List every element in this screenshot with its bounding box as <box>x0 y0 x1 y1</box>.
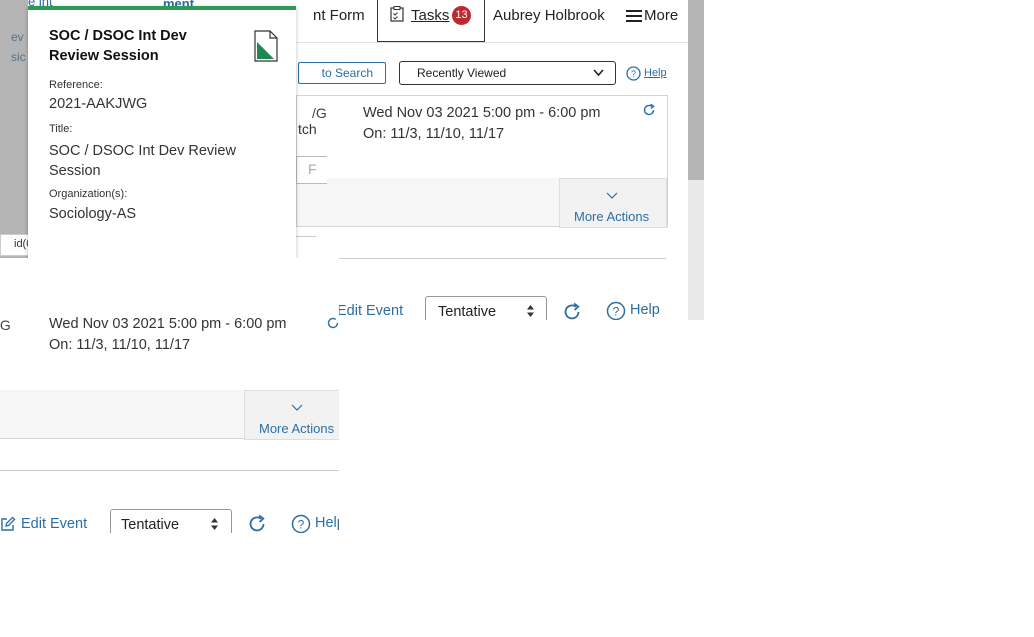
user-menu[interactable]: Aubrey Holbrook <box>493 7 605 24</box>
event-card: /G Wed Nov 03 2021 5:00 pm - 6:00 pm On:… <box>296 95 668 179</box>
sub-more-actions-label: More Actions <box>259 421 335 436</box>
tasks-clipboard-icon <box>390 6 404 22</box>
partial-button-label[interactable]: tch <box>298 121 317 137</box>
lower-event-panel: /G Wed Nov 03 2021 5:00 pm - 6:00 pm On:… <box>0 258 339 533</box>
popup-title-value: SOC / DSOC Int Dev Review Session <box>49 143 236 179</box>
dim-overlay <box>0 0 28 260</box>
sub-ref-fragment: /G <box>0 317 11 333</box>
divider <box>296 258 666 259</box>
back-to-search-label: to Search <box>321 66 373 80</box>
more-actions-label: More Actions <box>574 209 650 224</box>
select-arrows-icon <box>527 305 534 317</box>
refresh-icon[interactable] <box>562 302 582 320</box>
tasks-label: Tasks <box>411 7 450 24</box>
sub-help-label: Help <box>315 515 339 531</box>
help-circle-icon: ? <box>291 514 311 533</box>
event-state-select[interactable]: Tentative <box>425 296 547 320</box>
sub-more-actions-button[interactable]: More Actions <box>244 390 339 440</box>
sub-edit-event-label: Edit Event <box>21 516 88 532</box>
tasks-count-badge: 13 <box>452 6 471 25</box>
scrollbar-thumb[interactable] <box>688 0 704 180</box>
refresh-icon[interactable] <box>326 316 339 330</box>
popup-org-value: Sociology-AS <box>49 206 137 222</box>
back-to-search-button[interactable]: to Search <box>298 62 386 84</box>
popup-title-label: Title: <box>49 123 73 135</box>
popup-org-label: Organization(s): <box>49 188 128 200</box>
refresh-icon[interactable] <box>247 514 267 533</box>
event-state-value: Tentative <box>438 304 497 320</box>
popup-reference-value: 2021-AAKJWG <box>49 96 148 112</box>
event-ref-fragment: /G <box>312 105 327 121</box>
hamburger-icon <box>626 10 642 22</box>
svg-text:?: ? <box>613 305 620 319</box>
tasks-button[interactable]: Tasks 13 <box>377 0 485 42</box>
partial-input[interactable]: F <box>296 156 327 184</box>
chevron-down-icon <box>606 192 618 199</box>
divider <box>296 236 316 237</box>
chevron-down-icon <box>291 404 303 411</box>
sub-event-recurrence: On: 11/3, 11/10, 11/17 <box>49 337 191 353</box>
event-form-link[interactable]: nt Form <box>313 7 365 24</box>
popup-reference-label: Reference: <box>49 79 103 91</box>
document-icon <box>254 30 278 62</box>
toolbar-help-label: Help <box>644 67 667 79</box>
edit-icon <box>1 516 16 531</box>
action-help-label: Help <box>630 302 660 318</box>
svg-text:?: ? <box>631 69 636 79</box>
divider <box>0 470 339 471</box>
event-datetime: Wed Nov 03 2021 5:00 pm - 6:00 pm <box>363 105 601 121</box>
select-arrows-icon <box>211 518 218 530</box>
more-label: More <box>644 7 679 24</box>
recently-viewed-select[interactable]: Recently Viewed <box>399 61 616 85</box>
edit-event-label: Edit Event <box>337 303 404 319</box>
sub-event-state-select[interactable]: Tentative <box>110 509 232 533</box>
popup-title: SOC / DSOC Int Dev Review Session <box>49 28 187 64</box>
event-details-popup: SOC / DSOC Int Dev Review Session Refere… <box>28 6 296 258</box>
sub-event-state-value: Tentative <box>121 517 180 533</box>
refresh-icon[interactable] <box>642 103 656 117</box>
event-recurrence: On: 11/3, 11/10, 11/17 <box>363 126 505 142</box>
help-circle-icon: ? <box>626 66 641 81</box>
chevron-down-icon <box>593 69 604 77</box>
partial-input-placeholder: F <box>308 161 317 177</box>
more-actions-button[interactable]: More Actions <box>559 178 667 228</box>
svg-text:?: ? <box>298 518 305 532</box>
recently-viewed-value: Recently Viewed <box>417 66 507 80</box>
sub-event-datetime: Wed Nov 03 2021 5:00 pm - 6:00 pm <box>49 316 287 332</box>
help-circle-icon: ? <box>606 301 626 320</box>
